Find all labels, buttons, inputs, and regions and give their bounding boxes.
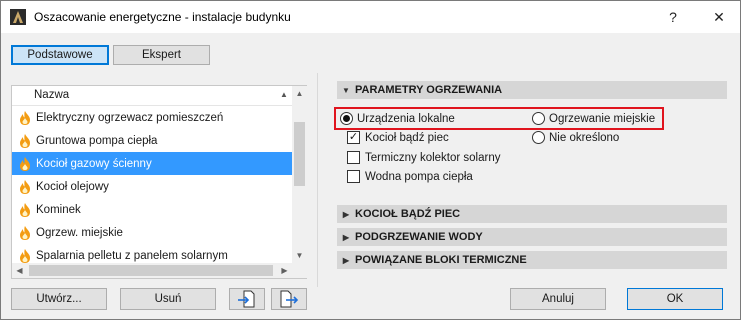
help-button[interactable]: ? [651,3,695,31]
section-title: PARAMETRY OGRZEWANIA [355,84,503,96]
radio-district-heating[interactable]: Ogrzewanie miejskie [532,112,655,125]
radio-label: Ogrzewanie miejskie [549,112,656,125]
radio-selected-icon [340,112,353,125]
list-item-label: Kocioł olejowy [36,180,109,193]
export-icon [280,290,299,308]
section-water-heating[interactable]: ▶ PODGRZEWANIE WODY [337,228,727,246]
checkbox-label: Termiczny kolektor solarny [365,151,501,164]
radio-label: Urządzenia lokalne [357,112,455,125]
dialog-window: Oszacowanie energetyczne - instalacje bu… [0,0,741,320]
radio-label: Nie określono [549,131,620,144]
window-title: Oszacowanie energetyczne - instalacje bu… [34,10,291,24]
flame-icon [20,133,30,148]
list-item-label: Kominek [36,203,81,216]
flame-icon [20,225,30,240]
ok-button[interactable]: OK [627,288,723,310]
horizontal-scrollbar[interactable]: ◀ ▶ [12,263,292,278]
import-icon [238,290,255,308]
list-item-label: Ogrzew. miejskie [36,226,123,239]
radio-unselected-icon [532,131,545,144]
mode-expert-button[interactable]: Ekspert [113,45,210,65]
list-item[interactable]: Kocioł gazowy ścienny [12,152,292,175]
vertical-scroll-thumb[interactable] [294,122,305,186]
scroll-left-icon[interactable]: ◀ [12,263,27,278]
vertical-scrollbar[interactable]: ▲ ▼ [292,86,307,263]
section-thermal-blocks[interactable]: ▶ POWIĄZANE BLOKI TERMICZNE [337,251,727,269]
checkbox-solar-collector[interactable]: Termiczny kolektor solarny [347,151,500,164]
list-item[interactable]: Elektryczny ogrzewacz pomieszczeń [12,106,292,129]
list-item[interactable]: Gruntowa pompa ciepła [12,129,292,152]
expand-icon: ▶ [342,232,350,242]
panel-divider [317,73,318,287]
section-title: KOCIOŁ BĄDŹ PIEC [355,208,461,220]
radio-unselected-icon [532,112,545,125]
create-button[interactable]: Utwórz... [11,288,107,310]
scroll-right-icon[interactable]: ▶ [277,263,292,278]
flame-icon [20,156,30,171]
sort-ascending-icon: ▲ [280,90,288,99]
list-item-label: Kocioł gazowy ścienny [36,157,152,170]
flame-icon [20,202,30,217]
title-bar: Oszacowanie energetyczne - instalacje bu… [1,1,740,33]
checkbox-label: Kocioł bądź piec [365,131,449,144]
checkbox-water-heat-pump[interactable]: Wodna pompa ciepła [347,170,473,183]
expand-icon: ▶ [342,255,350,265]
checkbox-checked-icon: ✓ [347,131,360,144]
checkbox-boiler[interactable]: ✓ Kocioł bądź piec [347,131,449,144]
list-item-label: Elektryczny ogrzewacz pomieszczeń [36,111,224,124]
list-header[interactable]: Nazwa ▲ [12,86,292,106]
checkbox-unchecked-icon [347,170,360,183]
flame-icon [20,110,30,125]
column-name-header: Nazwa [34,89,70,101]
collapse-icon: ▼ [342,85,350,95]
export-button[interactable] [271,288,307,310]
scroll-down-icon[interactable]: ▼ [292,248,307,263]
list-item-label: Spalarnia pelletu z panelem solarnym [36,249,228,262]
section-title: PODGRZEWANIE WODY [355,231,483,243]
list-item[interactable]: Kocioł olejowy [12,175,292,198]
flame-icon [20,248,30,263]
import-button[interactable] [229,288,265,310]
flame-icon [20,179,30,194]
checkbox-unchecked-icon [347,151,360,164]
app-icon [10,9,26,25]
checkbox-label: Wodna pompa ciepła [365,170,473,183]
delete-button[interactable]: Usuń [120,288,216,310]
radio-unspecified[interactable]: Nie określono [532,131,619,144]
list-item[interactable]: Kominek [12,198,292,221]
horizontal-scroll-thumb[interactable] [29,265,273,276]
close-button[interactable]: ✕ [697,3,741,31]
scroll-up-icon[interactable]: ▲ [292,86,307,101]
section-boiler[interactable]: ▶ KOCIOŁ BĄDŹ PIEC [337,205,727,223]
mode-basic-button[interactable]: Podstawowe [11,45,109,65]
scrollbar-corner [292,263,307,278]
cancel-button[interactable]: Anuluj [510,288,606,310]
section-title: POWIĄZANE BLOKI TERMICZNE [355,254,527,266]
list-item[interactable]: Ogrzew. miejskie [12,221,292,244]
list-item-label: Gruntowa pompa ciepła [36,134,158,147]
radio-local-devices[interactable]: Urządzenia lokalne [340,112,455,125]
expand-icon: ▶ [342,209,350,219]
installation-list[interactable]: Nazwa ▲ Elektryczny ogrzewacz pomieszcze… [11,85,307,279]
section-heating-params[interactable]: ▼ PARAMETRY OGRZEWANIA [337,81,727,99]
